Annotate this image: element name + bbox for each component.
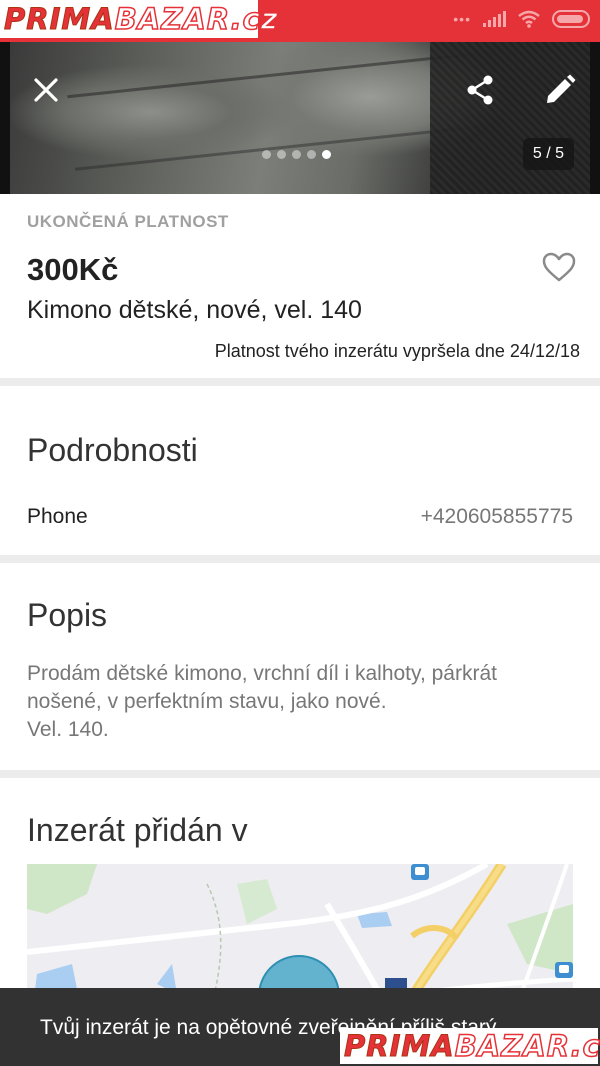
expiry-note: Platnost tvého inzerátu vypršela dne 24/… <box>214 341 580 361</box>
edit-icon <box>547 74 576 103</box>
close-button[interactable] <box>24 68 68 112</box>
metro-icon <box>555 962 573 978</box>
pager-dot <box>277 150 286 159</box>
status-bar: PRIMABAZAR.cz ••• <box>0 0 600 42</box>
section-divider <box>0 378 600 386</box>
photo-counter: 5 / 5 <box>522 138 574 170</box>
section-divider <box>0 770 600 778</box>
pager-dot-active <box>322 150 331 159</box>
pager-dot <box>262 150 271 159</box>
listing-summary: UKONČENÁ PLATNOST 300Kč Kimono dětské, n… <box>0 194 600 378</box>
wifi-icon <box>518 10 540 28</box>
pager-dot <box>307 150 316 159</box>
detail-value-phone[interactable]: +420605855775 <box>421 505 573 529</box>
battery-icon <box>552 10 590 28</box>
location-heading: Inzerát přidán v <box>27 812 248 848</box>
signal-icon <box>483 11 506 27</box>
share-icon <box>467 75 493 105</box>
status-icons: ••• <box>453 10 590 28</box>
heart-icon <box>542 252 576 282</box>
watermark-logo: PRIMABAZAR.cz <box>340 1028 600 1064</box>
listing-photo[interactable] <box>10 42 590 194</box>
section-divider <box>0 555 600 563</box>
status-badge: UKONČENÁ PLATNOST <box>27 212 229 231</box>
watermark-logo: PRIMABAZAR.cz <box>0 0 278 38</box>
detail-label-phone: Phone <box>27 505 88 528</box>
listing-title: Kimono dětské, nové, vel. 140 <box>27 296 362 324</box>
description-heading: Popis <box>27 597 108 633</box>
notification-dots: ••• <box>453 11 471 27</box>
pager-dot <box>292 150 301 159</box>
metro-icon <box>411 864 429 880</box>
details-heading: Podrobnosti <box>27 432 198 468</box>
description-text: Prodám dětské kimono, vrchní díl i kalho… <box>27 662 497 741</box>
share-button[interactable] <box>458 68 502 112</box>
favorite-button[interactable] <box>542 252 578 284</box>
edit-button[interactable] <box>538 68 582 112</box>
photo-gallery[interactable]: 5 / 5 <box>0 42 600 194</box>
price: 300Kč <box>27 252 119 287</box>
close-icon <box>34 78 58 102</box>
gallery-pager <box>262 150 331 159</box>
